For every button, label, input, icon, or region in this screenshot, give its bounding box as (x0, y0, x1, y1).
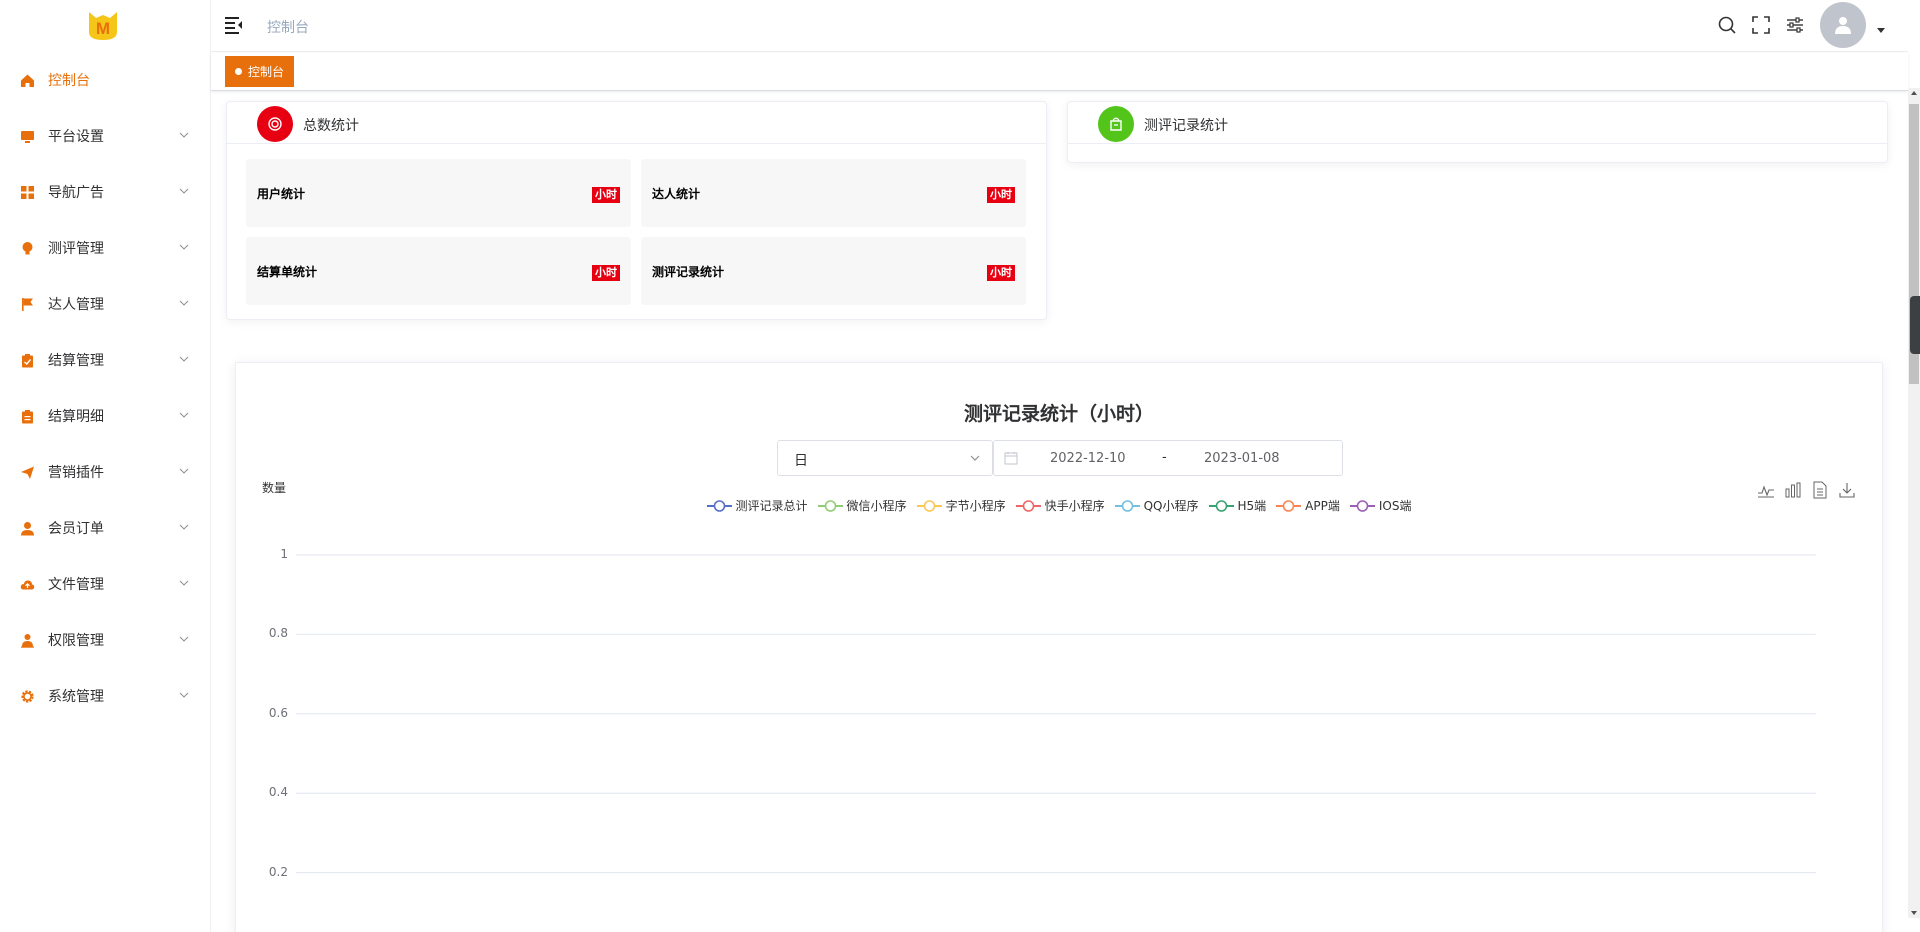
svg-text:M: M (96, 19, 110, 38)
stat-review-records[interactable]: 测评记录统计 小时 (641, 237, 1026, 305)
y-tick-label: 0.4 (268, 785, 288, 800)
stat-name: 用户统计 (257, 187, 306, 201)
sidebar-item-label: 达人管理 (48, 297, 104, 313)
records-card: 测评记录统计 (1067, 101, 1888, 163)
top-header: 控制台 (211, 0, 1908, 52)
sidebar-item-label: 测评管理 (48, 241, 104, 257)
user-avatar-icon (1835, 17, 1851, 34)
tags-view: 控制台 (211, 53, 1908, 91)
tag-label: 控制台 (248, 65, 285, 79)
breadcrumb[interactable]: 控制台 (267, 17, 309, 37)
monitor-icon (20, 129, 35, 144)
stat-users[interactable]: 用户统计 小时 (246, 159, 631, 227)
sidebar-item-11[interactable]: 系统管理 (0, 668, 211, 724)
side-panel-handle[interactable] (1910, 296, 1920, 354)
sidebar-item-5[interactable]: 结算管理 (0, 332, 211, 388)
stat-name: 达人统计 (652, 187, 701, 201)
chart-panel: 测评记录统计（小时） 日 2022-12-10 - 2023-01-08 数量 … (235, 362, 1883, 932)
chevron-down-icon (179, 412, 189, 418)
bulb-icon (20, 241, 35, 256)
chevron-down-icon (179, 244, 189, 250)
sidebar-item-label: 系统管理 (48, 689, 104, 705)
sidebar-item-3[interactable]: 测评管理 (0, 220, 211, 276)
chart-plot-area (296, 554, 1816, 874)
logo-icon[interactable]: M (86, 10, 120, 42)
flag-icon (20, 297, 35, 312)
stat-unit-badge: 小时 (987, 187, 1015, 203)
sidebar-item-1[interactable]: 平台设置 (0, 108, 211, 164)
app-root: M 控制台平台设置导航广告测评管理达人管理结算管理结算明细营销插件会员订单文件管… (0, 0, 1920, 932)
target-icon (268, 117, 282, 131)
stat-settlements[interactable]: 结算单统计 小时 (246, 237, 631, 305)
sidebar-item-label: 导航广告 (48, 185, 104, 201)
chevron-down-icon (179, 132, 189, 138)
scroll-down-arrow-icon[interactable] (1911, 911, 1917, 915)
sidebar-item-8[interactable]: 会员订单 (0, 500, 211, 556)
gear-icon (20, 689, 35, 704)
stat-influencers[interactable]: 达人统计 小时 (641, 159, 1026, 227)
y-tick-label: 0.6 (268, 705, 288, 720)
sidebar-item-10[interactable]: 权限管理 (0, 612, 211, 668)
sidebar-nav: 控制台平台设置导航广告测评管理达人管理结算管理结算明细营销插件会员订单文件管理权… (0, 52, 211, 724)
clipboard-check-icon (20, 353, 35, 368)
chevron-down-icon (179, 356, 189, 362)
user-shield-icon (20, 633, 35, 648)
chevron-down-icon (179, 524, 189, 530)
sidebar-item-label: 控制台 (48, 73, 90, 89)
sidebar-item-label: 会员订单 (48, 521, 104, 537)
sidebar-item-label: 营销插件 (48, 465, 104, 481)
home-icon (20, 73, 35, 88)
stat-unit-badge: 小时 (987, 265, 1015, 281)
page-scrollbar[interactable] (1908, 88, 1920, 918)
paper-plane-icon (20, 465, 35, 480)
sidebar-item-2[interactable]: 导航广告 (0, 164, 211, 220)
chevron-down-icon (179, 300, 189, 306)
records-card-header: 测评记录统计 (1068, 102, 1887, 144)
settings-sliders-icon[interactable] (1785, 15, 1805, 35)
stat-name: 测评记录统计 (652, 265, 725, 279)
cloud-upload-icon (20, 577, 35, 592)
bag-icon (1110, 117, 1122, 131)
avatar-dropdown-caret-icon[interactable] (1877, 28, 1885, 33)
chevron-down-icon (179, 636, 189, 642)
sidebar-item-9[interactable]: 文件管理 (0, 556, 211, 612)
avatar[interactable] (1820, 2, 1866, 48)
sidebar-item-6[interactable]: 结算明细 (0, 388, 211, 444)
sidebar-item-4[interactable]: 达人管理 (0, 276, 211, 332)
clipboard-list-icon (20, 409, 35, 424)
sidebar-item-label: 结算管理 (48, 353, 104, 369)
tag-active-dot-icon (235, 68, 242, 75)
user-icon (20, 521, 35, 536)
sidebar-item-0[interactable]: 控制台 (0, 52, 211, 108)
y-tick-label: 0.2 (268, 864, 288, 879)
sidebar-item-label: 权限管理 (48, 633, 104, 649)
records-badge (1098, 106, 1134, 142)
sidebar-item-label: 平台设置 (48, 129, 104, 145)
totals-badge (257, 106, 293, 142)
grid-icon (20, 185, 35, 200)
totals-card: 总数统计 用户统计 小时 达人统计 小时 结算单统计 小时 测评记录统计 小时 (226, 101, 1047, 320)
totals-card-header: 总数统计 (227, 102, 1046, 144)
sidebar: M 控制台平台设置导航广告测评管理达人管理结算管理结算明细营销插件会员订单文件管… (0, 0, 211, 932)
scroll-up-arrow-icon[interactable] (1911, 91, 1917, 95)
stat-unit-badge: 小时 (592, 265, 620, 281)
search-icon[interactable] (1717, 15, 1737, 35)
tag-dashboard[interactable]: 控制台 (225, 56, 295, 87)
chevron-down-icon (179, 188, 189, 194)
menu-fold-icon[interactable] (225, 16, 245, 34)
records-card-title: 测评记录统计 (1144, 118, 1228, 134)
chevron-down-icon (179, 692, 189, 698)
sidebar-item-7[interactable]: 营销插件 (0, 444, 211, 500)
totals-card-title: 总数统计 (303, 118, 359, 134)
chevron-down-icon (179, 580, 189, 586)
fullscreen-icon[interactable] (1751, 15, 1771, 35)
stat-unit-badge: 小时 (592, 187, 620, 203)
chevron-down-icon (179, 468, 189, 474)
y-tick-label: 1 (280, 547, 288, 561)
stat-name: 结算单统计 (257, 265, 318, 279)
sidebar-item-label: 文件管理 (48, 577, 104, 593)
y-tick-label: 0.8 (268, 626, 288, 641)
sidebar-item-label: 结算明细 (48, 409, 104, 425)
